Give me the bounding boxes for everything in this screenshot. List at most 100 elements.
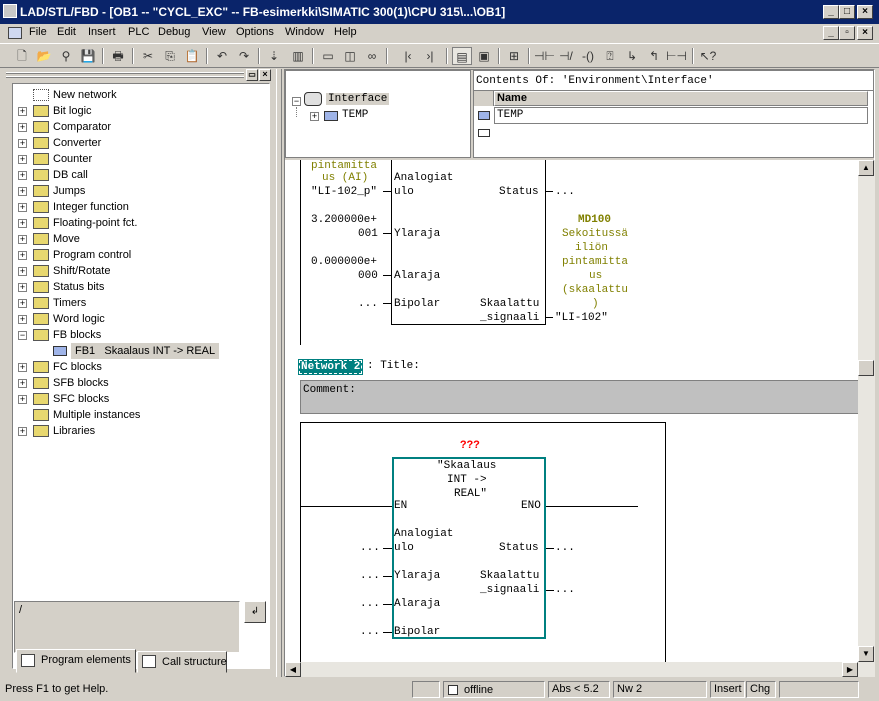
menu-edit[interactable]: Edit xyxy=(57,26,76,38)
nw2-ylaraja-value[interactable]: ... xyxy=(360,570,380,582)
document-icon[interactable] xyxy=(8,27,22,39)
mdi-minimize-button[interactable]: _ xyxy=(823,26,839,40)
nw1-status-value[interactable]: ... xyxy=(555,186,575,198)
next-icon[interactable]: ›| xyxy=(420,47,440,65)
nw2-output-value[interactable]: ... xyxy=(555,584,575,596)
overview-icon[interactable]: ▤ xyxy=(452,47,472,65)
expand-icon[interactable]: + xyxy=(18,187,27,196)
nw2-unknown-instance[interactable]: ??? xyxy=(460,440,480,452)
network-2-label[interactable]: Network 2 xyxy=(297,359,364,375)
vertical-scrollbar[interactable]: ▲ ▼ xyxy=(858,160,875,662)
menu-options[interactable]: Options xyxy=(236,26,274,38)
coil-icon[interactable]: -() xyxy=(578,47,598,65)
expand-icon[interactable]: + xyxy=(18,379,27,388)
context-help-icon[interactable]: ↖? xyxy=(698,47,718,65)
insert-element-button[interactable]: ↲ xyxy=(244,601,266,623)
interface-temp-label[interactable]: TEMP xyxy=(342,109,368,121)
splitter[interactable] xyxy=(276,69,282,677)
expand-icon[interactable]: + xyxy=(18,427,27,436)
nw1-output-value[interactable]: "LI-102" xyxy=(555,312,608,324)
scroll-down-button[interactable]: ▼ xyxy=(858,646,874,662)
scroll-up-button[interactable]: ▲ xyxy=(858,160,874,176)
pane-close-button[interactable]: × xyxy=(259,69,271,81)
menu-file[interactable]: File xyxy=(29,26,47,38)
expand-icon[interactable]: + xyxy=(18,171,27,180)
menu-view[interactable]: View xyxy=(202,26,226,38)
expand-icon[interactable]: + xyxy=(18,203,27,212)
empty-box-icon[interactable]: ⍰ xyxy=(600,47,620,65)
tree-item[interactable]: + Program control xyxy=(13,247,263,263)
expand-icon[interactable]: + xyxy=(18,235,27,244)
expand-icon[interactable]: + xyxy=(18,251,27,260)
fbd-editor[interactable]: pintamitta us (AI) "LI-102_p" Analogiat … xyxy=(285,160,858,662)
undo-icon[interactable]: ↶ xyxy=(212,47,232,65)
open-branch-icon[interactable]: ↳ xyxy=(622,47,642,65)
menu-help[interactable]: Help xyxy=(334,26,357,38)
nw2-input-analog-value[interactable]: ... xyxy=(360,542,380,554)
nc-contact-icon[interactable]: ⊣/⊢ xyxy=(556,47,576,81)
nw1-alaraja-value[interactable]: 0.000000e+ xyxy=(311,256,377,268)
scroll-thumb[interactable] xyxy=(858,360,874,376)
tree-item[interactable]: + Integer function xyxy=(13,199,263,215)
nw1-ylaraja-value[interactable]: 3.200000e+ xyxy=(311,214,377,226)
expand-icon[interactable]: + xyxy=(18,155,27,164)
expand-icon[interactable]: + xyxy=(18,395,27,404)
contents-row-temp[interactable]: TEMP xyxy=(494,107,868,124)
save-icon[interactable]: 💾 xyxy=(78,47,98,65)
menu-debug[interactable]: Debug xyxy=(158,26,190,38)
tree-item[interactable]: + Floating-point fct. xyxy=(13,215,263,231)
scroll-right-button[interactable]: ▶ xyxy=(842,662,858,677)
details-icon[interactable]: ▣ xyxy=(474,47,494,65)
pane-float-button[interactable]: ▭ xyxy=(246,69,258,81)
glasses-icon[interactable]: ∞ xyxy=(362,47,382,65)
tree-item[interactable]: + DB call xyxy=(13,167,263,183)
tree-item[interactable]: + Word logic xyxy=(13,311,263,327)
tree-item[interactable]: + Timers xyxy=(13,295,263,311)
menu-plc[interactable]: PLC xyxy=(128,26,149,38)
elements-tree[interactable]: New network + Bit logic + Comparator + Convert… xyxy=(12,83,270,669)
column-header-name[interactable]: Name xyxy=(494,91,868,106)
tree-item[interactable]: + Counter xyxy=(13,151,263,167)
network-icon[interactable]: ⊞ xyxy=(504,47,524,65)
nw2-alaraja-value[interactable]: ... xyxy=(360,598,380,610)
connection-icon[interactable]: ⊢⊣ xyxy=(666,47,687,65)
tab-call-structure[interactable]: Call structure xyxy=(137,651,227,673)
nw2-status-value[interactable]: ... xyxy=(555,542,575,554)
nw1-bipolar-value[interactable]: ... xyxy=(358,298,378,310)
tree-item[interactable]: + Shift/Rotate xyxy=(13,263,263,279)
expand-icon[interactable]: + xyxy=(18,315,27,324)
maximize-button[interactable]: □ xyxy=(839,5,855,19)
print-icon[interactable]: 🖶 xyxy=(108,47,128,65)
tree-item[interactable]: + SFC blocks xyxy=(13,391,263,407)
expand-icon[interactable]: + xyxy=(18,219,27,228)
paste-icon[interactable]: 📋 xyxy=(182,47,202,65)
tree-item[interactable]: New network xyxy=(13,87,263,103)
menu-insert[interactable]: Insert xyxy=(88,26,116,38)
cut-icon[interactable]: ✂ xyxy=(138,47,158,65)
expand-icon[interactable]: + xyxy=(18,267,27,276)
plc-icon[interactable]: ▥ xyxy=(288,47,308,65)
mdi-close-button[interactable]: × xyxy=(857,26,873,40)
redo-icon[interactable]: ↷ xyxy=(234,47,254,65)
expand-icon[interactable]: + xyxy=(18,363,27,372)
tree-item[interactable]: − FB blocks xyxy=(13,327,263,343)
accessible-nodes-icon[interactable]: ⚲ xyxy=(56,47,76,65)
tree-item[interactable]: + FC blocks xyxy=(13,359,263,375)
previous-icon[interactable]: |‹ xyxy=(398,47,418,65)
no-contact-icon[interactable]: ⊣⊢ xyxy=(534,47,555,65)
tree-item[interactable]: + SFB blocks xyxy=(13,375,263,391)
network-2-title[interactable]: : Title: xyxy=(367,360,420,372)
tree-item[interactable]: + Status bits xyxy=(13,279,263,295)
expand-icon[interactable]: + xyxy=(18,123,27,132)
tree-item[interactable]: + Libraries xyxy=(13,423,263,439)
element-info-field[interactable]: / xyxy=(14,601,240,653)
expand-icon[interactable]: + xyxy=(18,107,27,116)
close-button[interactable]: × xyxy=(857,5,873,19)
tab-program-elements[interactable]: Program elements xyxy=(16,649,136,673)
tree-item[interactable]: + Jumps xyxy=(13,183,263,199)
horizontal-scrollbar[interactable]: ◀ ▶ xyxy=(285,662,875,677)
interface-tree[interactable]: − Interface + TEMP xyxy=(285,70,471,158)
expand-icon[interactable]: + xyxy=(18,283,27,292)
close-branch-icon[interactable]: ↰ xyxy=(644,47,664,65)
network-2-comment-box[interactable]: Comment: xyxy=(300,380,858,414)
